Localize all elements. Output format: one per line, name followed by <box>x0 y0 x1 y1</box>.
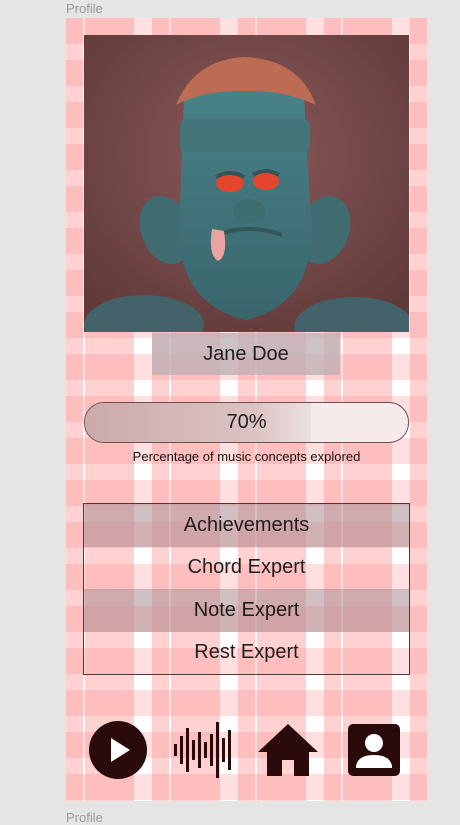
achievements-title: Achievements <box>84 504 409 547</box>
frame-label: Profile <box>66 1 103 16</box>
achievement-item[interactable]: Note Expert <box>84 589 409 632</box>
waveform-icon <box>174 722 231 778</box>
home-icon <box>258 724 318 776</box>
progress-caption: Percentage of music concepts explored <box>132 449 361 464</box>
progress-value: 70% <box>226 411 267 433</box>
avatar-image <box>84 35 409 332</box>
play-icon <box>89 721 147 779</box>
frame-label: Profile <box>66 810 103 825</box>
profile-icon <box>348 724 400 776</box>
profile-button[interactable] <box>342 718 406 782</box>
profile-screen: Jane Doe 70% Percentage of music concept… <box>66 18 427 801</box>
achievement-item[interactable]: Rest Expert <box>84 632 409 675</box>
home-button[interactable] <box>256 718 320 782</box>
avatar <box>84 35 409 332</box>
achievement-item[interactable]: Chord Expert <box>84 547 409 590</box>
waveform-button[interactable] <box>170 718 234 782</box>
user-name: Jane Doe <box>152 333 340 375</box>
bottom-nav <box>66 718 427 782</box>
achievements-panel: Achievements Chord Expert Note Expert Re… <box>83 503 410 675</box>
progress-bar: 70% <box>84 402 409 443</box>
play-button[interactable] <box>86 718 150 782</box>
